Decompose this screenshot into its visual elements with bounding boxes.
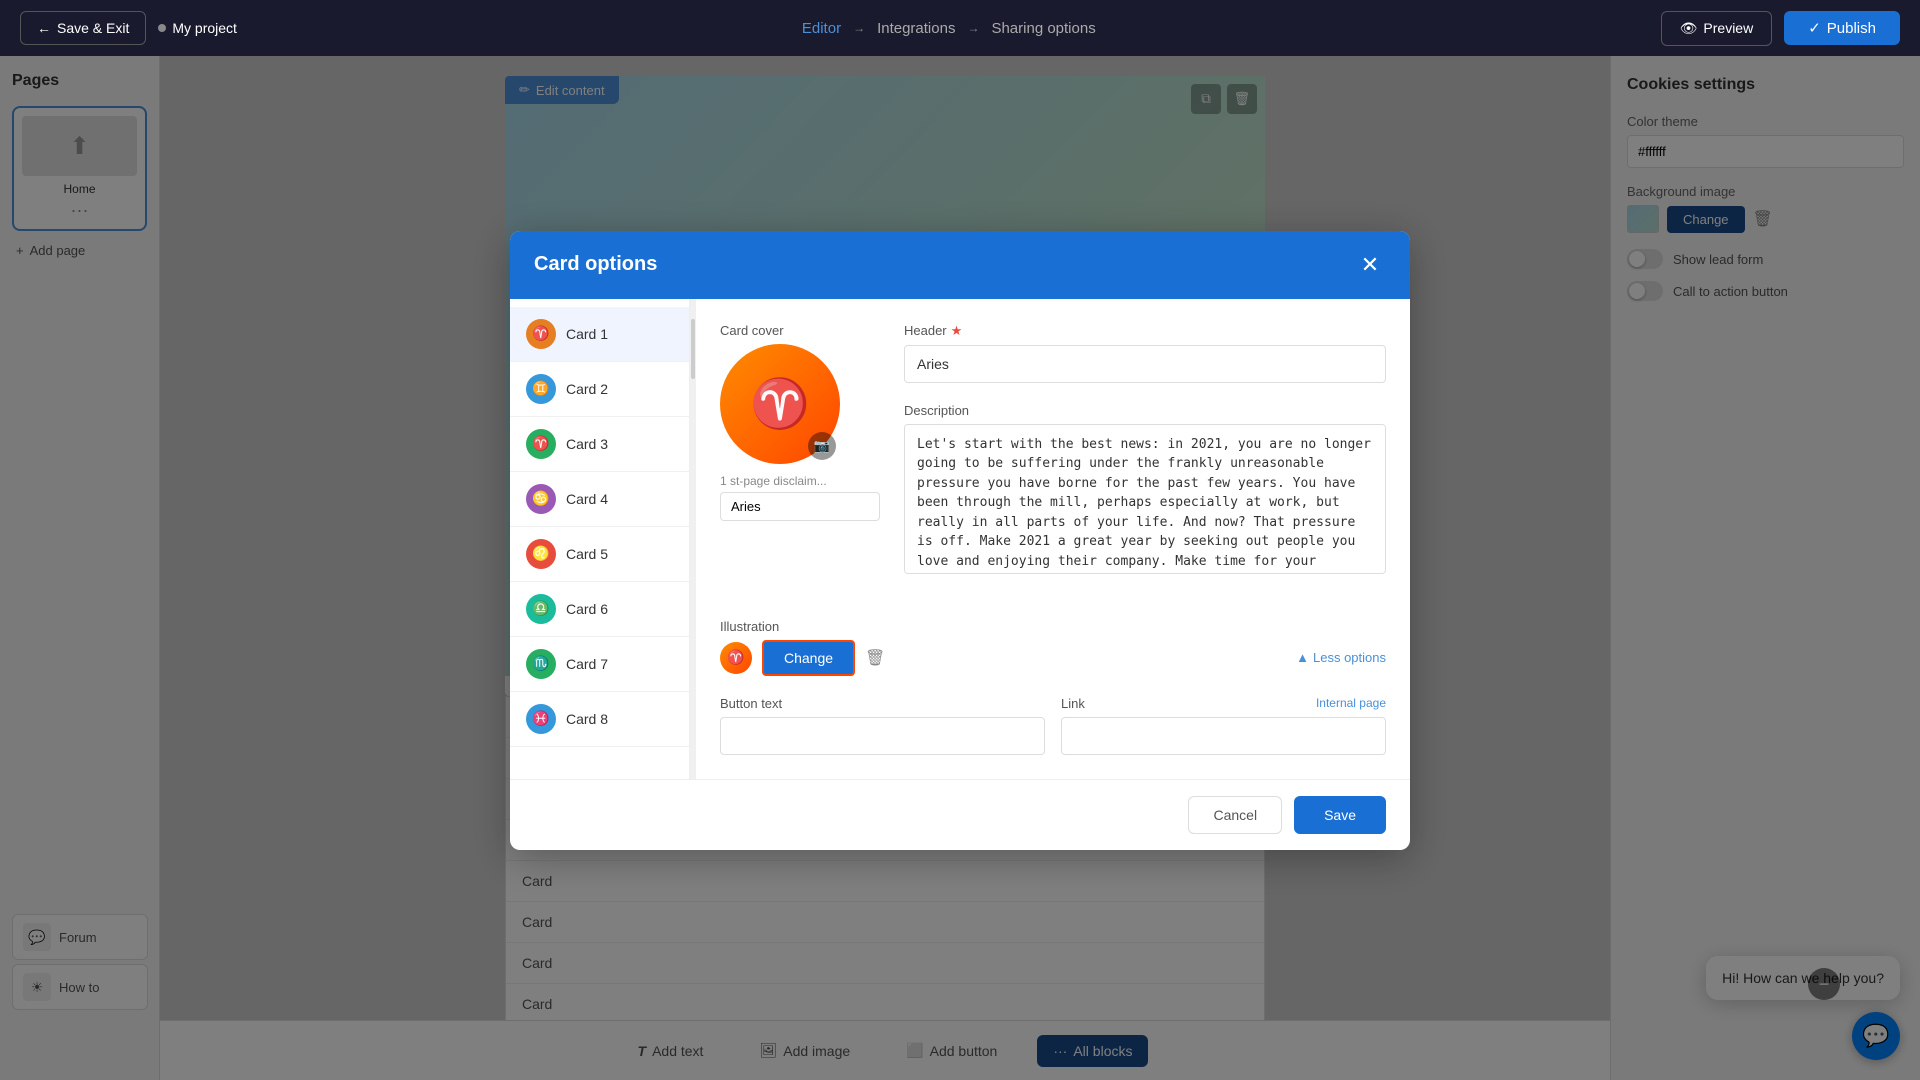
top-nav: ← Save & Exit My project Editor → Integr…	[0, 0, 1920, 56]
chevron-up-icon: ▲	[1296, 650, 1309, 665]
header-input[interactable]	[904, 345, 1386, 383]
modal-close-button[interactable]: ✕	[1354, 249, 1386, 281]
scroll-thumb	[691, 319, 695, 379]
nav-right: 👁 Preview ✓ Publish	[1661, 11, 1900, 46]
card-6-icon: ♎	[526, 594, 556, 624]
button-link-row: Button text Link Internal page	[720, 696, 1386, 755]
required-star: ★	[951, 323, 963, 339]
card-cover-image: ♈ 📷	[720, 344, 840, 464]
cancel-button[interactable]: Cancel	[1188, 796, 1282, 834]
modal-card-item-6[interactable]: ♎ Card 6	[510, 582, 689, 637]
header-label: Header ★	[904, 323, 1386, 339]
nav-center: Editor → Integrations → Sharing options	[802, 20, 1096, 37]
nav-step-sharing[interactable]: Sharing options	[991, 20, 1095, 37]
card-cover-edit-button[interactable]: 📷	[808, 432, 836, 460]
card-cover-wrapper: ♈ 📷	[720, 344, 840, 464]
button-text-input[interactable]	[720, 717, 1045, 755]
button-text-section: Button text	[720, 696, 1045, 755]
description-textarea[interactable]: Let's start with the best news: in 2021,…	[904, 424, 1386, 574]
modal-card-item-4[interactable]: ♋ Card 4	[510, 472, 689, 527]
modal-title: Card options	[534, 253, 657, 276]
modal-card-item-5[interactable]: ♌ Card 5	[510, 527, 689, 582]
card-3-icon: ♈	[526, 429, 556, 459]
dot-icon	[158, 24, 166, 32]
less-options-link[interactable]: ▲ Less options	[1296, 650, 1386, 665]
card-cover-label: Card cover	[720, 323, 880, 338]
delete-illustration-button[interactable]: 🗑	[865, 648, 885, 668]
disclaimer-label: 1 st-page disclaim...	[720, 474, 880, 488]
button-text-label: Button text	[720, 696, 1045, 711]
publish-button[interactable]: ✓ Publish	[1784, 11, 1900, 45]
project-name: My project	[158, 20, 237, 36]
card-1-icon: ♈	[526, 319, 556, 349]
link-input[interactable]	[1061, 717, 1386, 755]
card-cover-section: Card cover ♈ 📷 1 st-page disclaim...	[720, 323, 880, 599]
modal-card-list: ♈ Card 1 ♊ Card 2 ♈ Card 3 ♋ Card 4 ♌	[510, 299, 690, 779]
description-section: Description Let's start with the best ne…	[904, 403, 1386, 579]
modal-card-item-2[interactable]: ♊ Card 2	[510, 362, 689, 417]
eye-icon: 👁	[1680, 20, 1698, 37]
description-label: Description	[904, 403, 1386, 418]
modal-content-area: Card cover ♈ 📷 1 st-page disclaim...	[696, 299, 1410, 779]
link-section: Link Internal page	[1061, 696, 1386, 755]
nav-arrow-2: →	[967, 21, 979, 35]
illustration-section: Illustration ♈ Change 🗑 ▲ Less options	[720, 619, 1386, 676]
arrow-left-icon: ←	[37, 20, 51, 36]
illustration-thumbnail: ♈	[720, 642, 752, 674]
card-4-icon: ♋	[526, 484, 556, 514]
save-exit-button[interactable]: ← Save & Exit	[20, 11, 146, 45]
card-8-icon: ♓	[526, 704, 556, 734]
nav-step-integrations[interactable]: Integrations	[877, 20, 955, 37]
card-5-icon: ♌	[526, 539, 556, 569]
nav-arrow-1: →	[853, 21, 865, 35]
card-7-icon: ♏	[526, 649, 556, 679]
header-desc-section: Header ★ Description Let's start with th…	[904, 323, 1386, 599]
nav-step-editor[interactable]: Editor	[802, 20, 841, 37]
modal-card-item-7[interactable]: ♏ Card 7	[510, 637, 689, 692]
modal-card-item-3[interactable]: ♈ Card 3	[510, 417, 689, 472]
card-options-modal: Card options ✕ ♈ Card 1 ♊ Card 2 ♈ Card …	[510, 231, 1410, 850]
less-options-container: ▲ Less options	[895, 650, 1386, 665]
nav-left: ← Save & Exit My project	[20, 11, 237, 45]
internal-page-link[interactable]: Internal page	[1316, 696, 1386, 710]
modal-card-item-8[interactable]: ♓ Card 8	[510, 692, 689, 747]
card-2-icon: ♊	[526, 374, 556, 404]
check-icon: ✓	[1808, 19, 1821, 37]
modal-footer: Cancel Save	[510, 779, 1410, 850]
illustration-row: ♈ Change 🗑 ▲ Less options	[720, 640, 1386, 676]
modal-card-item-1[interactable]: ♈ Card 1	[510, 307, 689, 362]
header-section: Header ★	[904, 323, 1386, 383]
illustration-label: Illustration	[720, 619, 1386, 634]
disclaimer-input[interactable]	[720, 492, 880, 521]
modal-overlay[interactable]: Card options ✕ ♈ Card 1 ♊ Card 2 ♈ Card …	[0, 0, 1920, 1080]
change-illustration-button[interactable]: Change	[762, 640, 855, 676]
modal-header: Card options ✕	[510, 231, 1410, 299]
modal-body: ♈ Card 1 ♊ Card 2 ♈ Card 3 ♋ Card 4 ♌	[510, 299, 1410, 779]
preview-button[interactable]: 👁 Preview	[1661, 11, 1773, 46]
save-exit-label: Save & Exit	[57, 20, 129, 36]
link-label-row: Link Internal page	[1061, 696, 1386, 711]
save-button[interactable]: Save	[1294, 796, 1386, 834]
cover-header-row: Card cover ♈ 📷 1 st-page disclaim...	[720, 323, 1386, 599]
